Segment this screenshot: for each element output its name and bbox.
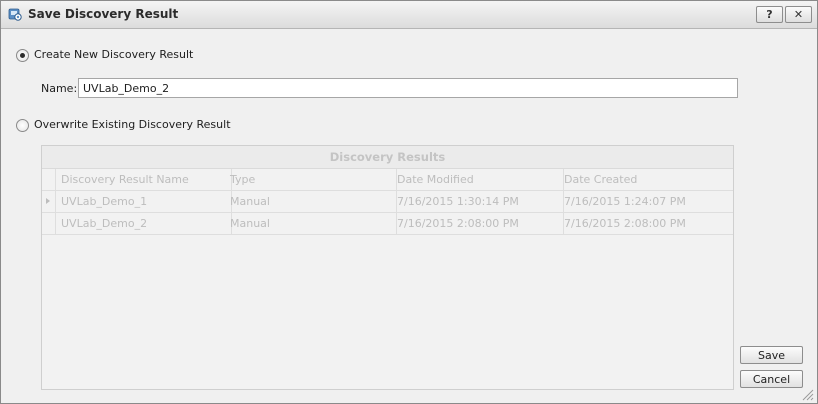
table-row: UVLab_Demo_2 Manual 7/16/2015 2:08:00 PM… xyxy=(42,213,733,235)
help-button[interactable]: ? xyxy=(756,6,783,23)
close-button[interactable]: ✕ xyxy=(785,6,812,23)
help-icon: ? xyxy=(766,8,773,21)
column-header-date-modified: Date Modified xyxy=(393,169,564,190)
column-header-date-created: Date Created xyxy=(564,173,638,186)
result-date-modified-cell: 7/16/2015 2:08:00 PM xyxy=(393,213,564,234)
resize-grip-icon[interactable] xyxy=(800,387,814,401)
create-new-radio[interactable] xyxy=(16,49,29,62)
name-input[interactable] xyxy=(78,78,738,98)
close-icon: ✕ xyxy=(793,8,804,21)
column-header-type: Type xyxy=(226,169,397,190)
dialog-title: Save Discovery Result xyxy=(28,7,179,21)
result-date-created-cell: 7/16/2015 1:24:07 PM xyxy=(564,195,686,208)
title-bar[interactable]: Save Discovery Result ? ✕ xyxy=(1,1,817,29)
grid-title: Discovery Results xyxy=(42,146,733,169)
result-type-cell: Manual xyxy=(226,191,397,212)
save-discovery-dialog: Save Discovery Result ? ✕ Create New Dis… xyxy=(0,0,818,404)
grid-header-row: Discovery Result Name Type Date Modified… xyxy=(42,169,733,191)
overwrite-existing-label[interactable]: Overwrite Existing Discovery Result xyxy=(34,118,231,131)
row-indicator-cell xyxy=(42,213,56,234)
column-header-name: Discovery Result Name xyxy=(55,169,232,190)
discovery-app-icon xyxy=(8,8,22,21)
header-indicator-cell xyxy=(42,169,56,190)
result-name-cell: UVLab_Demo_1 xyxy=(55,191,232,212)
discovery-results-grid: Discovery Results Discovery Result Name … xyxy=(41,145,734,390)
result-type-cell: Manual xyxy=(226,213,397,234)
create-new-label[interactable]: Create New Discovery Result xyxy=(34,48,193,61)
overwrite-existing-radio[interactable] xyxy=(16,119,29,132)
table-row: UVLab_Demo_1 Manual 7/16/2015 1:30:14 PM… xyxy=(42,191,733,213)
cancel-button[interactable]: Cancel xyxy=(740,370,803,388)
result-name-cell: UVLab_Demo_2 xyxy=(55,213,232,234)
row-pointer-icon xyxy=(46,198,50,204)
row-indicator-cell xyxy=(42,191,56,212)
radio-selected-dot xyxy=(20,53,25,58)
result-date-modified-cell: 7/16/2015 1:30:14 PM xyxy=(393,191,564,212)
name-label: Name: xyxy=(41,82,78,95)
save-button[interactable]: Save xyxy=(740,346,803,364)
result-date-created-cell: 7/16/2015 2:08:00 PM xyxy=(564,217,686,230)
